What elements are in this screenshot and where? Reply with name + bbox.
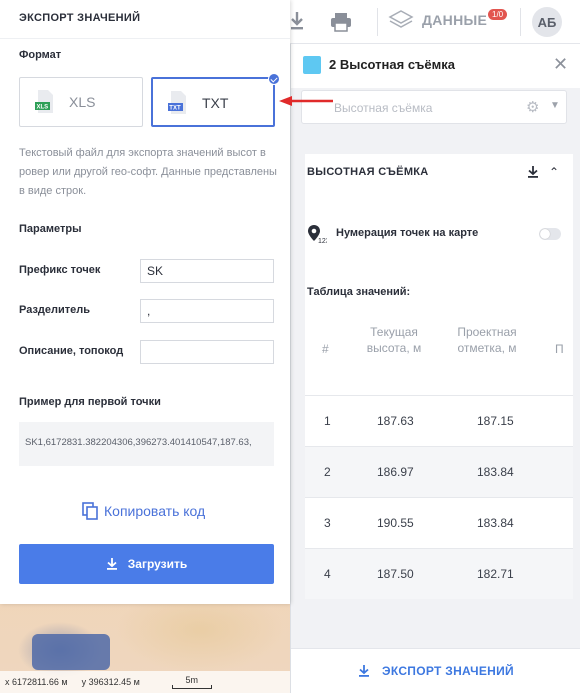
- download-label: Загрузить: [127, 557, 188, 571]
- row-number: 2: [324, 465, 331, 479]
- data-label: ДАННЫЕ: [422, 12, 488, 28]
- column-header: Текущая высота, м: [366, 325, 422, 355]
- svg-text:XLS: XLS: [37, 105, 49, 111]
- svg-text:TXT: TXT: [169, 106, 181, 112]
- layer-panel-header: 2 Высотная съёмка ✕: [291, 44, 580, 88]
- format-description: Текстовый файл для экспорта значений выс…: [19, 147, 277, 197]
- separator-input[interactable]: [140, 299, 274, 323]
- separator-label: Разделитель: [19, 304, 91, 316]
- format-option-txt[interactable]: TXT TXT: [151, 73, 280, 127]
- design-mark: 187.15: [477, 414, 514, 428]
- row-number: 3: [324, 516, 331, 530]
- copy-code-button[interactable]: Копировать код: [82, 502, 205, 520]
- current-height: 190.55: [377, 516, 414, 530]
- description-input[interactable]: [140, 340, 274, 364]
- chevron-down-icon[interactable]: ▼: [550, 100, 560, 111]
- print-icon[interactable]: [330, 12, 352, 32]
- layer-type-placeholder: Высотная съёмка: [334, 101, 433, 115]
- toolbar-divider: [520, 8, 521, 36]
- current-height: 186.97: [377, 465, 414, 479]
- svg-text:123: 123: [318, 238, 327, 244]
- table-row[interactable]: 1 187.63 187.15: [305, 395, 573, 446]
- toolbar-divider: [377, 8, 378, 36]
- coord-x: x 6172811.66 м: [5, 677, 68, 687]
- table-row[interactable]: 2 186.97 183.84: [305, 446, 573, 497]
- layer-color-swatch[interactable]: [303, 56, 321, 74]
- copy-icon: [82, 502, 98, 520]
- top-toolbar: ДАННЫЕ 1/0 АБ: [290, 0, 580, 44]
- table-label: Таблица значений:: [307, 286, 411, 298]
- map-pin-numbered-icon: 123: [308, 225, 327, 244]
- example-code: SK1,6172831.382204306,396273.401410547,1…: [19, 422, 274, 466]
- row-number: 4: [324, 567, 331, 581]
- example-label: Пример для первой точки: [19, 396, 161, 408]
- annotation-arrow-icon: [279, 96, 333, 106]
- scale-label: 5m: [185, 675, 199, 685]
- format-label-xls: XLS: [69, 94, 96, 110]
- column-header: Проектная отметка, м: [457, 325, 517, 355]
- prefix-input[interactable]: [140, 259, 274, 283]
- numbering-label: Нумерация точек на карте: [336, 227, 479, 239]
- download-icon: [106, 558, 117, 570]
- current-height: 187.63: [377, 414, 414, 428]
- column-header: П: [555, 342, 564, 356]
- download-icon: [359, 665, 370, 677]
- close-icon[interactable]: ✕: [553, 54, 568, 75]
- xls-file-icon: XLS: [35, 90, 53, 113]
- numbering-toggle[interactable]: [539, 228, 561, 240]
- table-header: # Текущая высота, м Проектная отметка, м…: [305, 319, 573, 381]
- export-dialog: ЭКСПОРТ ЗНАЧЕНИЙ Формат XLS XLS TXT TXT …: [0, 0, 333, 604]
- download-button[interactable]: Загрузить: [19, 544, 274, 584]
- map-scale: 5m: [171, 675, 212, 689]
- table-row[interactable]: 3 190.55 183.84: [305, 497, 573, 548]
- params-label: Параметры: [19, 223, 82, 235]
- row-number: 1: [324, 414, 331, 428]
- design-mark: 183.84: [477, 465, 514, 479]
- export-values-button[interactable]: ЭКСПОРТ ЗНАЧЕНИЙ: [291, 648, 580, 693]
- design-mark: 182.71: [477, 567, 514, 581]
- layer-type-select[interactable]: Высотная съёмка ⚙ ▼: [301, 90, 567, 124]
- data-badge: 1/0: [488, 9, 508, 20]
- export-values-label: ЭКСПОРТ ЗНАЧЕНИЙ: [382, 664, 514, 678]
- avatar[interactable]: АБ: [532, 7, 562, 37]
- format-label-txt: TXT: [202, 95, 229, 111]
- layer-title: 2 Высотная съёмка: [329, 57, 455, 72]
- divider: [0, 38, 290, 39]
- txt-file-icon: TXT: [168, 91, 186, 114]
- download-icon[interactable]: [527, 165, 539, 179]
- current-height: 187.50: [377, 567, 414, 581]
- layers-icon: [388, 10, 414, 28]
- format-label: Формат: [19, 49, 62, 61]
- prefix-label: Префикс точек: [19, 264, 101, 276]
- data-layers-button[interactable]: ДАННЫЕ: [388, 8, 487, 32]
- design-mark: 183.84: [477, 516, 514, 530]
- map-feature: [32, 634, 110, 670]
- format-option-xls[interactable]: XLS XLS: [19, 77, 143, 127]
- coord-y: y 396312.45 м: [81, 677, 140, 687]
- section-title: ВЫСОТНАЯ СЪЁМКА: [307, 166, 429, 178]
- dialog-title: ЭКСПОРТ ЗНАЧЕНИЙ: [19, 12, 141, 24]
- copy-code-label: Копировать код: [104, 503, 206, 519]
- scale-bar: [171, 685, 212, 689]
- check-icon: [268, 73, 280, 85]
- description-label: Описание, топокод: [19, 345, 124, 357]
- map-coordinates-bar: x 6172811.66 м y 396312.45 м 5m: [0, 671, 290, 693]
- gear-icon[interactable]: ⚙: [526, 98, 539, 116]
- download-icon[interactable]: [290, 10, 304, 32]
- column-header: #: [322, 342, 329, 356]
- layer-panel: 2 Высотная съёмка ✕ Высотная съёмка ⚙ ▼ …: [290, 44, 580, 693]
- chevron-up-icon[interactable]: ⌃: [549, 165, 559, 179]
- table-row[interactable]: 4 187.50 182.71: [305, 548, 573, 599]
- elevation-card: ВЫСОТНАЯ СЪЁМКА ⌃ 123 Нумерация точек на…: [305, 154, 573, 599]
